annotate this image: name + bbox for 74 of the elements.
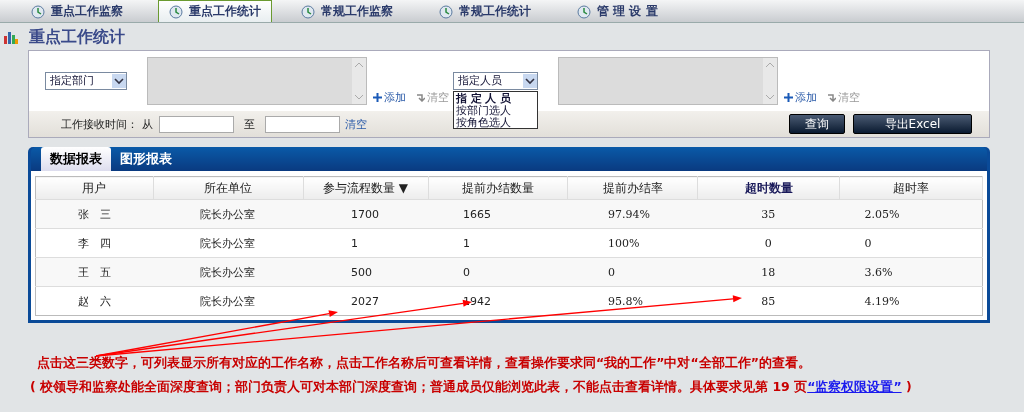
table-cell: 赵 六 [35,286,154,316]
clock-icon [439,4,453,19]
nav-tab[interactable]: 重点工作监察 [20,0,134,22]
table-cell: 0 [697,228,840,258]
table-cell: 3.6% [839,257,983,287]
dropdown-select[interactable]: 指定人员 [453,71,538,90]
bar-chart-icon [3,30,19,44]
to-label: 至 [244,116,255,132]
clock-icon [577,4,591,19]
table-cell: 1665 [428,199,568,229]
add-link[interactable]: 添加 [784,90,817,105]
clock-icon [31,4,45,19]
return-arrow-icon [416,93,425,102]
table-cell: 100% [567,228,698,258]
table-cell: 95.8% [567,286,698,316]
from-label: 从 [142,116,153,132]
dropdown-select[interactable]: 指定部门 [45,71,127,90]
dropdown-option[interactable]: 按角色选人 [454,115,537,128]
column-header[interactable]: 超时率 [839,176,983,200]
column-header[interactable]: 提前办结率 [567,176,698,200]
table-cell: 李 四 [35,228,154,258]
nav-tab[interactable]: 常规工作统计 [428,0,542,22]
table-cell: 0 [567,257,698,287]
column-header[interactable]: 所在单位 [153,176,304,200]
report-tab[interactable]: 数据报表 [41,147,111,171]
table-cell: 张 三 [35,199,154,229]
table-cell: 院长办公室 [153,286,304,316]
table-cell: 0 [428,257,568,287]
clock-icon [169,4,183,19]
nav-tab[interactable]: 管 理 设 置 [566,0,669,22]
table-cell: 王 五 [35,257,154,287]
column-header[interactable]: 超时数量 [697,176,840,200]
permission-settings-link[interactable]: “监察权限设置” [807,379,902,394]
table-cell: 院长办公室 [153,228,304,258]
caret-icon [112,73,126,88]
table-cell: 18 [697,257,840,287]
table-cell: 院长办公室 [153,199,304,229]
table-cell: 0 [839,228,983,258]
plus-icon [784,93,793,102]
table-cell: 1700 [303,199,428,229]
table-cell: 2.05% [839,199,983,229]
page-title: 重点工作统计 [29,26,125,48]
plus-icon [373,93,382,102]
table-cell: 35 [697,199,840,229]
nav-tab[interactable]: 重点工作统计 [158,0,272,22]
note-text: 点击这三类数字，可列表显示所有对应的工作名称，点击工作名称后可查看详情，查看操作要求同“我的工作”中对“全部工作”的查看。 [36,355,812,372]
table-cell: 1 [303,228,428,258]
return-arrow-icon [827,93,836,102]
dropdown-option[interactable]: 按部门选人 [454,103,537,116]
table-cell: 4.19% [839,286,983,316]
table-cell: 院长办公室 [153,257,304,287]
sort-mark: ▼ [398,180,409,195]
column-header[interactable]: 用户 [35,176,154,200]
add-link[interactable]: 添加 [373,90,406,105]
closing-paren: ) [904,379,912,394]
nav-tab[interactable]: 常规工作监察 [290,0,404,22]
start-date-field[interactable] [159,115,234,133]
clear-link[interactable]: 清空 [345,116,367,132]
export-button[interactable]: 导出Excel [853,114,972,134]
query-button[interactable]: 查询 [789,114,845,134]
column-header[interactable]: 提前办结数量 [428,176,568,200]
column-header[interactable]: 参与流程数量 ▼ [303,176,428,200]
selection-list[interactable] [558,57,778,105]
selection-list[interactable] [147,57,367,105]
clock-icon [301,4,315,19]
end-date-field[interactable] [265,115,340,133]
table-cell: 97.94% [567,199,698,229]
table-cell: 1 [428,228,568,258]
dropdown-option[interactable]: 指 定 人 员 [454,91,537,104]
caret-icon [523,73,537,88]
note-text: ( 校领导和监察处能全面深度查询；部门负责人可对本部门深度查询；普通成员仅能浏览此表，不能点击查看详情。具体要求见第 19 页“监察权限设置” ) [30,379,913,396]
table-cell: 500 [303,257,428,287]
time-label: 工作接收时间： [61,116,138,132]
report-tab[interactable]: 图形报表 [111,147,181,171]
